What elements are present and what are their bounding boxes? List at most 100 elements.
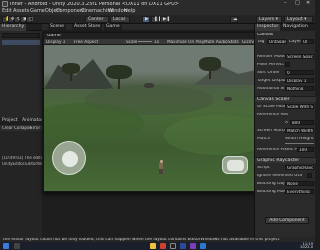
pixel-perfect-checkbox[interactable] bbox=[285, 62, 290, 67]
game-tab-label: Game bbox=[47, 34, 61, 38]
scene-tabstrip: Scene Asset Store Game bbox=[42, 24, 254, 30]
graphic-raycaster-header[interactable]: Graphic Raycaster bbox=[255, 157, 316, 163]
x-label: X bbox=[285, 121, 289, 125]
menu-assets[interactable]: Assets bbox=[13, 9, 29, 14]
visual-studio-icon[interactable] bbox=[190, 243, 196, 249]
render-mode-label: Render Mode bbox=[257, 55, 286, 59]
scale-slider[interactable] bbox=[138, 41, 152, 42]
maximize-icon[interactable]: □ bbox=[295, 1, 300, 6]
tab-asset-store[interactable]: Asset Store bbox=[72, 24, 103, 30]
ignore-reversed-label: Ignore Reversed Gra bbox=[257, 174, 303, 178]
pause-button[interactable]: ❚❚ bbox=[151, 16, 162, 23]
tab-hierarchy[interactable]: Hierarchy bbox=[0, 24, 27, 31]
additional-shader-dropdown[interactable]: Nothing bbox=[285, 86, 314, 91]
hierarchy-row-selected[interactable] bbox=[2, 40, 40, 45]
menu-help[interactable]: Help bbox=[124, 9, 135, 14]
premiere-icon[interactable] bbox=[180, 243, 186, 249]
browser-icon[interactable] bbox=[160, 243, 166, 249]
ui-scale-mode-dropdown[interactable]: Scale With Screen bbox=[285, 104, 314, 109]
clear-button[interactable]: Clear bbox=[2, 126, 13, 130]
rect-tool-button[interactable]: ▢ bbox=[26, 16, 33, 23]
title-bar: Inner - Android - Unity 2020.3.25f1 Pers… bbox=[0, 0, 315, 8]
vscode-icon[interactable] bbox=[200, 243, 206, 249]
layer-dropdown[interactable]: UI bbox=[301, 39, 314, 44]
mountain bbox=[44, 59, 114, 89]
maximize-on-play-toggle[interactable]: Maximize On Play bbox=[167, 40, 204, 44]
scale-label: Scale bbox=[126, 40, 138, 44]
script-label: Script bbox=[257, 166, 270, 170]
close-icon[interactable]: ✕ bbox=[306, 1, 310, 6]
ground-patch bbox=[44, 103, 144, 143]
layer-label: Layer bbox=[289, 40, 302, 44]
tree bbox=[199, 57, 221, 71]
search-icon[interactable] bbox=[14, 243, 20, 249]
toolbar: ✋ ✥ ↻ ▣ ▢ Center Local ▶ ❚❚ ▶❚ ☁ Layers … bbox=[0, 15, 315, 24]
menu-bar: Edit Assets GameObject Component Cinemac… bbox=[0, 8, 315, 15]
layout-dropdown[interactable]: Layout ▾ bbox=[284, 16, 313, 23]
layers-dropdown[interactable]: Layers ▾ bbox=[256, 16, 282, 23]
virtual-joystick[interactable] bbox=[52, 141, 86, 175]
sort-order-label: Sort Order bbox=[257, 71, 280, 75]
ground-patch bbox=[164, 115, 257, 155]
add-component-button[interactable]: Add Component bbox=[265, 217, 309, 224]
tab-scene[interactable]: Scene bbox=[48, 24, 67, 30]
match-slider-labels: Width Height bbox=[285, 137, 314, 141]
render-mode-dropdown[interactable]: Screen Space - O bbox=[285, 54, 314, 59]
game-window: Game Display 1 Free Aspect Scale 1x Maxi… bbox=[43, 32, 258, 192]
pixel-perfect-label: Pixel Perfect bbox=[257, 63, 284, 67]
jump-button[interactable] bbox=[222, 156, 248, 174]
minimize-icon[interactable]: – bbox=[284, 1, 287, 6]
file-explorer-icon[interactable] bbox=[150, 243, 156, 249]
tab-navigation[interactable]: Navigation bbox=[281, 24, 310, 31]
step-button[interactable]: ▶❚ bbox=[160, 16, 170, 23]
menu-edit[interactable]: Edit bbox=[2, 9, 12, 14]
sort-order-field[interactable]: 0 bbox=[285, 70, 314, 75]
taskbar: 11:19 2022-0 bbox=[0, 242, 315, 250]
tab-project[interactable]: Project bbox=[0, 118, 20, 125]
start-icon[interactable] bbox=[3, 243, 9, 249]
pivot-center-button[interactable]: Center bbox=[85, 16, 109, 23]
player-character bbox=[158, 160, 164, 174]
window-title: Inner - Android - Unity 2020.3.25f1 Pers… bbox=[10, 1, 179, 7]
reference-pixels-field[interactable]: 100 bbox=[297, 147, 314, 152]
collab-cloud-icon[interactable]: ☁ bbox=[230, 16, 238, 23]
blocking-mask-dropdown[interactable]: Everything bbox=[285, 189, 314, 194]
canvas-scaler-header[interactable]: Canvas Scaler bbox=[255, 96, 316, 102]
script-field[interactable]: GraphicRaycaster bbox=[285, 165, 314, 170]
tree bbox=[106, 65, 132, 79]
console-toolbar: Clear Collapse Error Pau bbox=[0, 125, 49, 131]
console-line[interactable]: [10:49:03] The editor bbox=[2, 156, 45, 160]
tree bbox=[62, 63, 80, 74]
unity-icon[interactable] bbox=[170, 243, 176, 249]
display-dropdown[interactable]: Display 1 bbox=[46, 40, 65, 44]
reference-x-field[interactable]: 800 bbox=[290, 120, 314, 125]
aspect-dropdown[interactable]: Free Aspect bbox=[74, 40, 98, 44]
additional-shader-label: Additional Sh bbox=[257, 87, 287, 91]
joystick-knob[interactable] bbox=[62, 151, 78, 167]
tab-inspector[interactable]: Inspector bbox=[255, 24, 281, 31]
scale-value: 1x bbox=[154, 40, 160, 44]
play-button[interactable]: ▶ bbox=[142, 16, 150, 23]
console-panel: Project Animator Clear Collapse Error Pa… bbox=[0, 118, 53, 237]
ignore-reversed-checkbox[interactable] bbox=[307, 173, 312, 178]
unity-logo-icon bbox=[2, 1, 8, 7]
hierarchy-search-input[interactable] bbox=[2, 33, 40, 38]
tag-dropdown[interactable]: Untagged bbox=[267, 39, 287, 44]
rock bbox=[224, 97, 232, 101]
global-local-button[interactable]: Local bbox=[110, 16, 130, 23]
match-label: Match bbox=[257, 137, 271, 141]
mute-audio-toggle[interactable]: Mute Audio bbox=[204, 40, 228, 44]
tag-label: Tag bbox=[257, 40, 265, 44]
rock bbox=[144, 83, 154, 88]
blocking-objects-dropdown[interactable]: None bbox=[285, 181, 314, 186]
layout-label: Layout bbox=[287, 17, 303, 22]
game-viewport[interactable] bbox=[44, 45, 257, 191]
tab-game[interactable]: Game bbox=[104, 24, 122, 30]
taskbar-clock[interactable]: 11:19 2022-0 bbox=[292, 242, 313, 250]
screen-match-mode-dropdown[interactable]: Match Width Or He bbox=[285, 128, 314, 133]
inspector-tabstrip: Inspector Navigation bbox=[255, 24, 316, 31]
target-display-dropdown[interactable]: Display 1 bbox=[285, 78, 314, 83]
stats-toggle[interactable]: Stats bbox=[228, 40, 239, 44]
inspector-panel: Inspector Navigation Canvas Tag Untagged… bbox=[254, 24, 316, 237]
match-slider[interactable] bbox=[285, 143, 314, 144]
